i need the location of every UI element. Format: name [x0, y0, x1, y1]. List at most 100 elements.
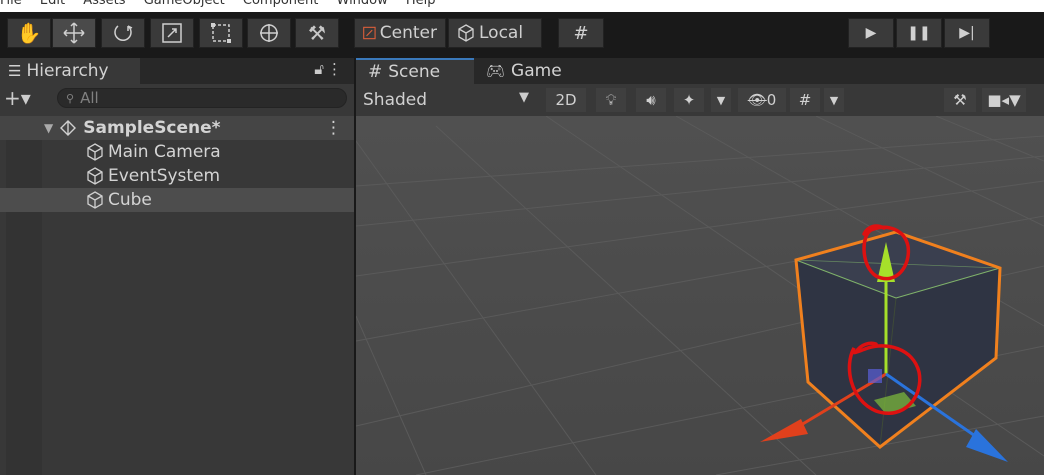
- rect-tool-button[interactable]: [199, 18, 243, 48]
- lock-icon[interactable]: 🔓︎: [314, 60, 324, 78]
- hierarchy-title: Hierarchy: [26, 61, 109, 81]
- scene-menu-icon[interactable]: ⋮: [325, 118, 342, 138]
- hand-tool-button[interactable]: ✋: [7, 18, 51, 48]
- hierarchy-search-field[interactable]: ⚲ All: [57, 88, 347, 108]
- scale-icon: [162, 23, 182, 43]
- tools-overlay-toggle[interactable]: ⚒: [944, 88, 976, 112]
- toggle-2d-label: 2D: [555, 91, 577, 109]
- transform-icon: [260, 24, 278, 42]
- step-icon: ▶|: [959, 25, 975, 41]
- hierarchy-item-label: Main Camera: [108, 142, 221, 162]
- menu-assets[interactable]: Assets: [83, 0, 125, 8]
- plane-handle-xy[interactable]: [868, 369, 882, 383]
- scene-row[interactable]: ▼ SampleScene* ⋮: [0, 116, 354, 140]
- tab-game-label: Game: [511, 61, 562, 81]
- scene-grid-icon: #: [368, 62, 383, 82]
- shading-mode-label: Shaded: [363, 90, 428, 110]
- custom-tool-button[interactable]: ⚒: [295, 18, 339, 48]
- rotate-icon: [114, 25, 133, 41]
- pause-icon: ❚❚: [907, 25, 931, 41]
- eye-slash-icon: 👁︎: [747, 91, 767, 109]
- tools-icon: ⚒: [953, 91, 967, 109]
- scale-tool-button[interactable]: [150, 18, 194, 48]
- menu-help[interactable]: Help: [406, 0, 436, 8]
- menu-bar: File Edit Assets GameObject Component Wi…: [0, 0, 1044, 12]
- rotate-tool-button[interactable]: [101, 18, 145, 48]
- play-icon: ▶: [865, 25, 877, 41]
- camera-icon: ■◂▼: [987, 91, 1021, 109]
- pivot-space-label: Local: [479, 23, 524, 43]
- chevron-down-icon: ▼: [829, 93, 839, 107]
- chevron-down-icon: ▼: [519, 90, 529, 105]
- hierarchy-item-cube[interactable]: Cube: [0, 188, 354, 212]
- foldout-arrow-icon[interactable]: ▼: [44, 121, 53, 135]
- hierarchy-item-main-camera[interactable]: Main Camera: [0, 140, 354, 164]
- pivot-mode-label: Center: [379, 23, 437, 43]
- play-button[interactable]: ▶: [848, 18, 894, 48]
- tab-hierarchy[interactable]: ☰ Hierarchy: [0, 58, 140, 84]
- camera-dropdown[interactable]: ■◂▼: [982, 88, 1026, 112]
- scene-viewport[interactable]: [356, 116, 1044, 475]
- hierarchy-list: ▼ SampleScene* ⋮ Main Camera EventSystem…: [0, 116, 354, 475]
- move-tool-button[interactable]: [52, 18, 96, 48]
- hierarchy-tab-row: ☰ Hierarchy 🔓︎ ⋮: [0, 58, 354, 84]
- pivot-mode-button[interactable]: Center: [354, 18, 446, 48]
- tools-icon: ⚒: [308, 21, 326, 45]
- grid-snap-button[interactable]: #: [558, 18, 604, 48]
- grid-snap-icon: #: [573, 22, 589, 44]
- menu-component[interactable]: Component: [243, 0, 318, 8]
- menu-edit[interactable]: Edit: [40, 0, 65, 8]
- menu-file[interactable]: File: [0, 0, 22, 8]
- scene-name: SampleScene*: [83, 118, 221, 138]
- menu-window[interactable]: Window: [337, 0, 388, 8]
- scene-tab-row: # Scene 🎮︎ Game: [356, 58, 1044, 84]
- step-button[interactable]: ▶|: [944, 18, 990, 48]
- list-icon: ☰: [8, 62, 22, 80]
- search-placeholder: All: [80, 89, 99, 107]
- effects-dropdown[interactable]: ▼: [711, 88, 731, 112]
- center-pivot-icon: [363, 26, 376, 40]
- local-space-icon: [458, 24, 474, 42]
- hidden-objects-toggle[interactable]: 👁︎ 0: [738, 88, 786, 112]
- tab-game[interactable]: 🎮︎ Game: [486, 58, 586, 84]
- hierarchy-item-label: EventSystem: [108, 166, 221, 186]
- hierarchy-item-eventsystem[interactable]: EventSystem: [0, 164, 354, 188]
- main-toolbar: ✋ ⚒ Center Local # ▶ ❚❚ ▶|: [0, 12, 1044, 67]
- hierarchy-panel: ☰ Hierarchy 🔓︎ ⋮ +▾ ⚲ All ▼ SampleScene*…: [0, 58, 354, 475]
- move-icon: [63, 22, 85, 44]
- tab-scene-label: Scene: [388, 62, 441, 82]
- scene-toolbar: Shaded ▼ 2D 💡︎ 🔊︎ ✦ ▼ 👁︎ 0 # ▼ ⚒ ■◂▼: [356, 84, 1044, 116]
- hierarchy-search-row: +▾ ⚲ All: [0, 84, 354, 114]
- gameobject-icon: [87, 143, 103, 161]
- gameobject-icon: [87, 167, 103, 185]
- search-icon: ⚲: [66, 91, 75, 105]
- lightbulb-icon: 💡︎: [605, 91, 617, 109]
- menu-items: File Edit Assets GameObject Component Wi…: [0, 0, 450, 8]
- effects-icon: ✦: [682, 91, 696, 109]
- audio-icon: 🔊︎: [646, 91, 656, 109]
- hand-icon: ✋: [16, 21, 42, 45]
- rect-icon: [211, 23, 231, 43]
- lighting-toggle[interactable]: 💡︎: [596, 88, 626, 112]
- shading-mode-dropdown[interactable]: Shaded ▼: [363, 88, 533, 112]
- tab-scene[interactable]: # Scene: [356, 58, 474, 84]
- grid-toggle[interactable]: #: [790, 88, 820, 112]
- pivot-space-button[interactable]: Local: [448, 18, 542, 48]
- create-dropdown-button[interactable]: +▾: [4, 86, 31, 110]
- pause-button[interactable]: ❚❚: [896, 18, 942, 48]
- transform-tool-button[interactable]: [247, 18, 291, 48]
- effects-toggle[interactable]: ✦: [674, 88, 704, 112]
- hierarchy-item-label: Cube: [108, 190, 152, 210]
- scene-panel: # Scene 🎮︎ Game Shaded ▼ 2D 💡︎ 🔊︎ ✦ ▼ 👁︎…: [356, 58, 1044, 475]
- grid-icon: #: [798, 91, 812, 109]
- more-options-icon[interactable]: ⋮: [327, 60, 342, 78]
- unity-scene-icon: [60, 120, 77, 136]
- gameobject-icon: [87, 191, 103, 209]
- chevron-down-icon: ▼: [716, 93, 726, 107]
- audio-toggle[interactable]: 🔊︎: [636, 88, 666, 112]
- hidden-count: 0: [766, 91, 777, 109]
- grid-dropdown[interactable]: ▼: [824, 88, 844, 112]
- menu-gameobject[interactable]: GameObject: [144, 0, 225, 8]
- toggle-2d-button[interactable]: 2D: [546, 88, 586, 112]
- gamepad-icon: 🎮︎: [486, 62, 506, 80]
